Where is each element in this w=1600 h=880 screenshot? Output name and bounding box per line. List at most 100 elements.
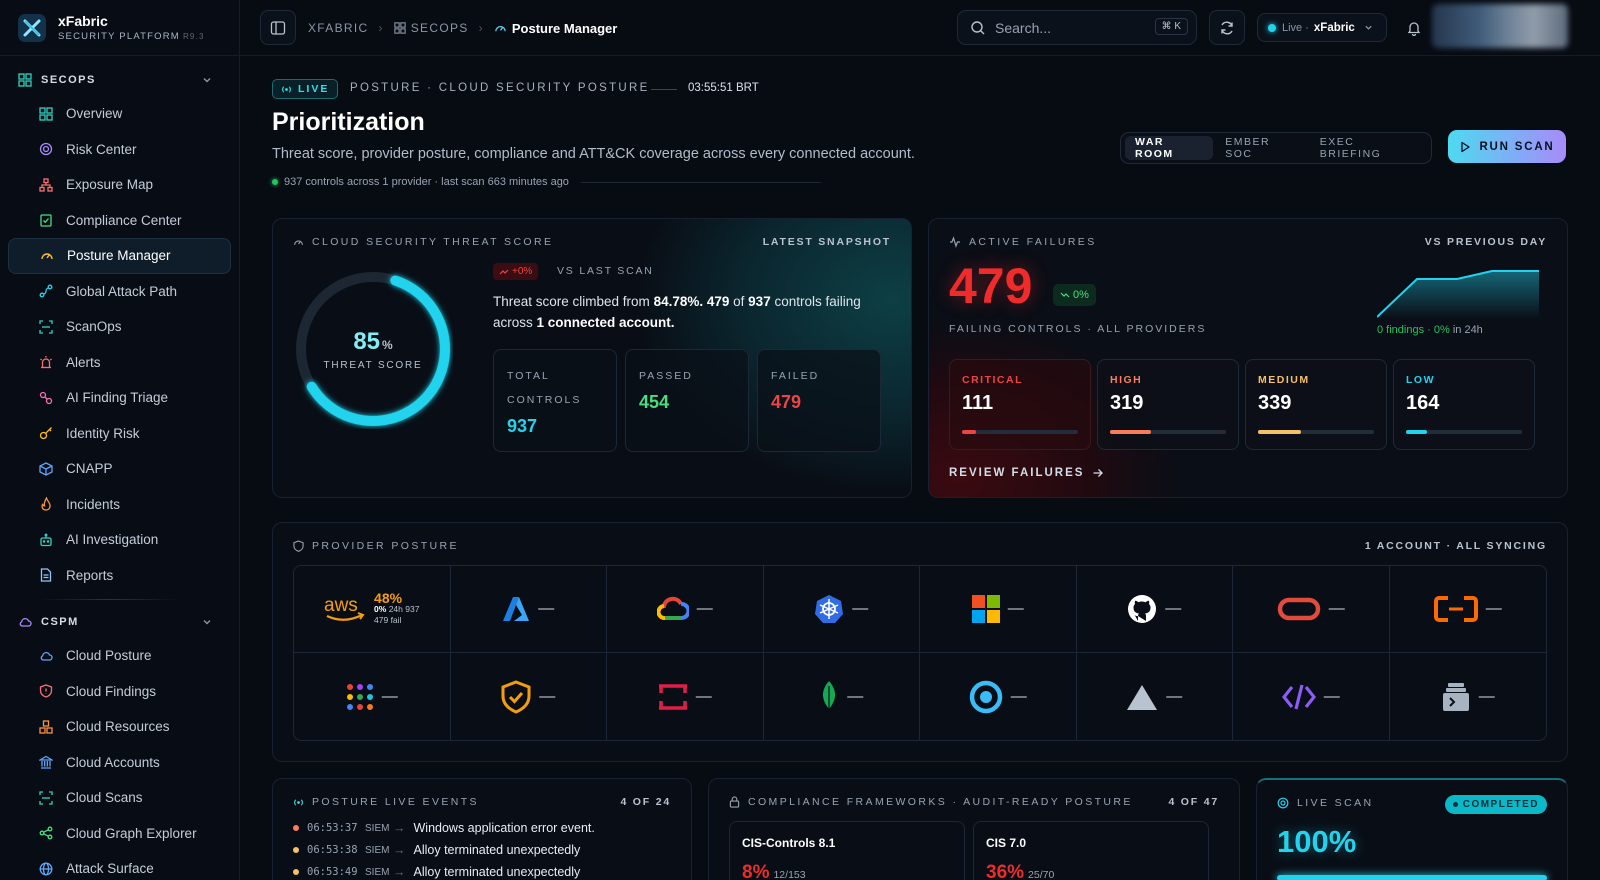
event-row[interactable]: 06:53:49 SIEM → Alloy terminated unexpected… <box>293 865 580 879</box>
scan-target-icon <box>1277 797 1289 809</box>
sidebar-item-cloud-graph-explorer[interactable]: Cloud Graph Explorer <box>8 816 231 852</box>
sidebar-item-risk-center[interactable]: Risk Center <box>8 132 231 168</box>
sidebar-item-exposure-map[interactable]: Exposure Map <box>8 167 231 203</box>
events-count: 4 OF 24 <box>620 796 671 808</box>
page-subtitle: Threat score, provider posture, complian… <box>272 146 915 162</box>
provider-ibm-cloud[interactable]: — <box>607 653 764 740</box>
sidebar-item-cloud-scans[interactable]: Cloud Scans <box>8 780 231 816</box>
severity-medium[interactable]: MEDIUM 339 <box>1245 359 1387 450</box>
notifications-button[interactable] <box>1399 10 1429 45</box>
route-icon <box>39 284 53 298</box>
arrow-right-icon: → <box>393 843 406 857</box>
section-secops[interactable]: SECOPS <box>0 64 239 96</box>
sidebar-item-scanops[interactable]: ScanOps <box>8 309 231 345</box>
aws-fail: 479 fail <box>374 614 402 625</box>
sidebar-item-ai-investigation[interactable]: AI Investigation <box>8 522 231 558</box>
section-cspm[interactable]: CSPM <box>0 606 239 638</box>
event-row[interactable]: 06:53:38 SIEM → Alloy terminated unexpected… <box>293 843 580 857</box>
sidebar-item-label: CNAPP <box>66 461 113 477</box>
provider-github[interactable]: — <box>1076 566 1233 653</box>
provider-status-dash: — <box>1166 687 1183 705</box>
sidebar-item-compliance-center[interactable]: Compliance Center <box>8 203 231 239</box>
compliance-frameworks-card: COMPLIANCE FRAMEWORKS · AUDIT-READY POST… <box>708 778 1240 880</box>
provider-shield[interactable]: — <box>451 653 607 740</box>
toggle-sidebar-button[interactable] <box>260 10 296 45</box>
event-source: SIEM <box>365 866 390 878</box>
review-failures-link[interactable]: REVIEW FAILURES <box>949 467 1104 479</box>
search-input[interactable]: Search... ⌘ K <box>957 10 1197 45</box>
sidebar-item-cloud-accounts[interactable]: Cloud Accounts <box>8 745 231 781</box>
provider-terminal[interactable]: — <box>1390 653 1547 740</box>
provider-status-dash: — <box>696 600 713 617</box>
page-title: Prioritization <box>272 108 425 136</box>
event-dot <box>293 869 299 875</box>
share-icon <box>39 826 53 840</box>
threat-delta-text: +0% <box>512 266 533 277</box>
refresh-button[interactable] <box>1209 10 1245 45</box>
provider-aws[interactable]: aws 48% 0% 24h 937 479 fail <box>294 566 451 653</box>
severity-critical[interactable]: CRITICAL 111 <box>949 359 1091 450</box>
globe-icon <box>39 862 53 876</box>
framework-card[interactable]: CIS 7.0 36% 25/70 <box>973 821 1209 880</box>
sidebar-item-cloud-posture[interactable]: Cloud Posture <box>8 638 231 674</box>
sidebar-item-label: Alerts <box>66 354 101 370</box>
framework-name: CIS 7.0 <box>986 836 1027 850</box>
framework-card[interactable]: CIS-Controls 8.1 8% 12/153 <box>729 821 965 880</box>
severity-high[interactable]: HIGH 319 <box>1097 359 1239 450</box>
frameworks-count: 4 OF 47 <box>1168 796 1219 808</box>
sidebar-item-reports[interactable]: Reports <box>8 558 231 594</box>
sidebar-item-cnapp[interactable]: CNAPP <box>8 451 231 487</box>
severity-bar <box>1110 430 1226 434</box>
bot-icon <box>40 533 52 546</box>
event-row[interactable]: 06:53:37 SIEM → Windows application error e… <box>293 821 595 835</box>
sidebar-item-incidents[interactable]: Incidents <box>8 487 231 523</box>
run-scan-button[interactable]: RUN SCAN <box>1448 130 1566 163</box>
brand[interactable]: xFabric SECURITY PLATFORM R9.3 <box>0 0 239 56</box>
sidebar-item-overview[interactable]: Overview <box>8 96 231 132</box>
provider-azure[interactable]: — <box>450 566 607 653</box>
shield-icon <box>293 540 304 552</box>
livescan-card-label: LIVE SCAN <box>1277 797 1373 809</box>
severity-bar-fill <box>1406 430 1427 434</box>
provider-vercel[interactable]: — <box>1077 653 1233 740</box>
sidebar-item-global-attack-path[interactable]: Global Attack Path <box>8 274 231 310</box>
failing-controls-label: FAILING CONTROLS · ALL PROVIDERS <box>949 323 1207 335</box>
sidebar-item-attack-surface[interactable]: Attack Surface <box>8 851 231 880</box>
provider-status-dash: — <box>1323 687 1340 705</box>
provider-mongodb[interactable]: — <box>764 653 920 740</box>
tenant-selector[interactable]: Live · xFabric <box>1257 13 1387 42</box>
sidebar-item-ai-finding-triage[interactable]: AI Finding Triage <box>8 380 231 416</box>
sparkle-icon <box>39 391 53 404</box>
sidebar-item-posture-manager[interactable]: Posture Manager <box>8 238 231 274</box>
framework-pct: 8% <box>742 862 770 880</box>
provider-code[interactable]: — <box>1233 653 1390 740</box>
provider-microsoft[interactable]: — <box>920 566 1077 653</box>
latest-snapshot-label: LATEST SNAPSHOT <box>762 236 891 248</box>
provider-status-dash: — <box>1485 600 1502 617</box>
provider-kubernetes[interactable]: — <box>763 566 920 653</box>
sparkline-note-text: 0 findings · 0% <box>1377 324 1450 336</box>
desc-of: of <box>729 294 749 309</box>
severity-low[interactable]: LOW 164 <box>1393 359 1535 450</box>
grid-icon <box>18 73 32 87</box>
view-exec-briefing[interactable]: EXEC BRIEFING <box>1310 136 1425 160</box>
provider-oracle[interactable]: — <box>1233 566 1390 653</box>
sparkline-note-suffix: in 24h <box>1452 324 1483 336</box>
sidebar-item-cloud-findings[interactable]: Cloud Findings <box>8 674 231 710</box>
view-war-room[interactable]: WAR ROOM <box>1125 136 1214 160</box>
severity-bar-fill <box>1258 430 1301 434</box>
provider-alibaba[interactable]: — <box>1389 566 1546 653</box>
digitalocean-icon <box>969 680 1003 714</box>
sidebar-item-alerts[interactable]: Alerts <box>8 345 231 381</box>
sidebar-item-identity-risk[interactable]: Identity Risk <box>8 416 231 452</box>
view-ember-soc[interactable]: EMBER SOC <box>1215 136 1307 160</box>
provider-status-dash: — <box>1010 687 1027 705</box>
provider-digitalocean[interactable]: — <box>920 653 1077 740</box>
breadcrumb-xfabric[interactable]: XFABRIC <box>308 21 368 35</box>
sidebar-item-cloud-resources[interactable]: Cloud Resources <box>8 709 231 745</box>
provider-google-workspace[interactable]: — <box>294 653 451 740</box>
provider-gcp[interactable]: — <box>607 566 764 653</box>
bank-icon <box>39 755 53 769</box>
avatar[interactable] <box>1432 4 1568 48</box>
breadcrumb-secops[interactable]: SECOPS <box>411 21 469 35</box>
